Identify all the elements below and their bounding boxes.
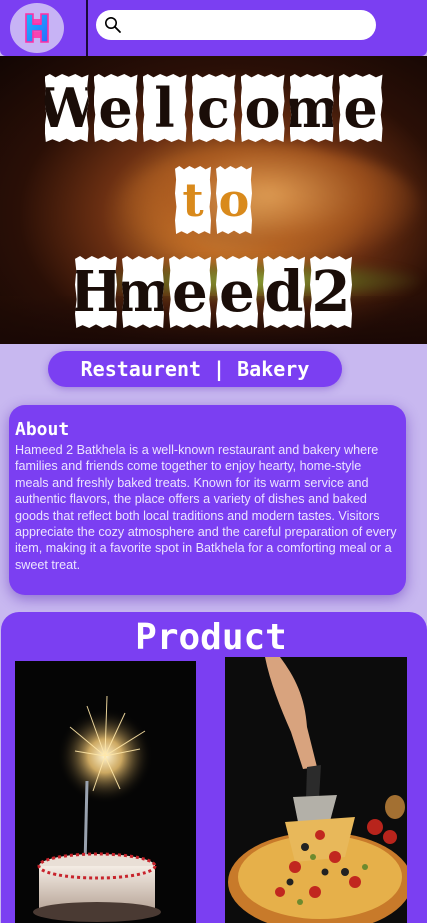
brand-logo-icon: [25, 13, 49, 43]
birthday-cake-sparkler-image: [15, 661, 196, 923]
hero-letter: e: [216, 256, 258, 328]
product-card-cake[interactable]: [15, 661, 196, 923]
logo-button[interactable]: [10, 3, 64, 53]
hero-letter: o: [216, 166, 252, 234]
hero-heading-line3: H m e e d 2: [0, 256, 427, 328]
search-icon[interactable]: [104, 16, 122, 34]
top-navbar: [0, 0, 427, 56]
hero-letter: H: [75, 256, 117, 328]
about-section: About Hameed 2 Batkhela is a well-known …: [9, 405, 406, 595]
hero-letter: e: [338, 74, 383, 142]
hero-letter: d: [263, 256, 305, 328]
hero-letter: e: [93, 74, 138, 142]
hero-banner: W e l c o m e t o H m e e d 2: [0, 56, 427, 344]
about-text: Hameed 2 Batkhela is a well-known restau…: [15, 443, 397, 572]
search-input[interactable]: [126, 14, 366, 36]
hero-letter: 2: [310, 256, 352, 328]
header-divider: [86, 0, 88, 56]
hero-letter: o: [240, 74, 285, 142]
product-card-pizza[interactable]: [225, 657, 407, 923]
hero-heading-line1: W e l c o m e: [0, 74, 427, 142]
about-title: About: [15, 419, 70, 440]
hero-letter: c: [191, 74, 236, 142]
hero-letter: l: [142, 74, 187, 142]
products-section: Product: [1, 612, 427, 923]
hero-letter: W: [36, 74, 97, 142]
hero-heading-line2: t o: [0, 166, 427, 234]
products-title: Product: [135, 617, 287, 658]
pizza-slice-image: [225, 657, 407, 923]
category-badge: Restaurent | Bakery: [48, 351, 342, 387]
hero-letter: m: [282, 74, 341, 142]
hero-letter: e: [169, 256, 211, 328]
search-bar[interactable]: [96, 10, 376, 40]
hero-letter: m: [122, 256, 164, 328]
hero-letter: t: [175, 166, 211, 234]
